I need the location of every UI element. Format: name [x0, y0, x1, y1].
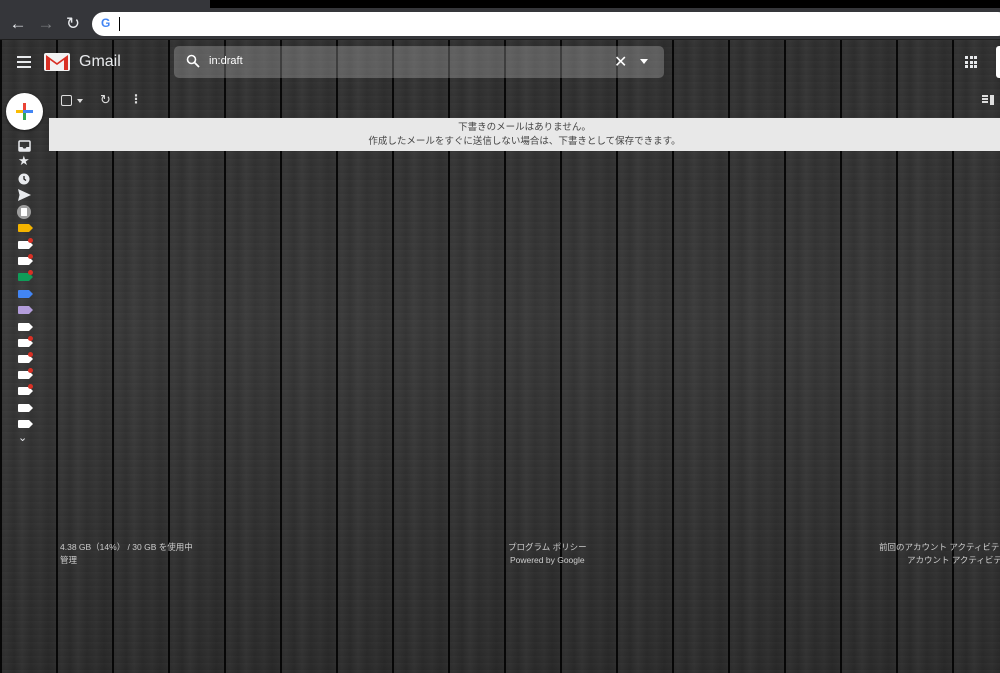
more-chevron-down-icon[interactable]: ⌄	[18, 432, 31, 444]
storage-usage: 4.38 GB（14%） / 30 GB を使用中	[60, 542, 193, 552]
compose-button[interactable]	[6, 93, 43, 130]
label-white-dot-icon[interactable]	[18, 238, 33, 251]
search-icon[interactable]	[186, 54, 200, 68]
main-menu-icon[interactable]	[17, 56, 31, 68]
policy-footer: プログラム ポリシー Powered by Google	[508, 541, 587, 567]
search-bar[interactable]: in:draft ✕	[174, 46, 664, 78]
gmail-m-logo-icon[interactable]	[44, 52, 70, 72]
inbox-icon[interactable]	[18, 140, 31, 152]
label-white-dot-icon[interactable]	[18, 384, 33, 397]
empty-notice-description: 作成したメールをすぐに送信しない場合は、下書きとして保存できます。	[368, 136, 681, 147]
label-white-dot-icon[interactable]	[18, 352, 33, 365]
google-apps-icon[interactable]	[965, 56, 977, 68]
select-all-checkbox[interactable]	[61, 95, 72, 106]
compose-plus-icon	[16, 103, 33, 120]
reload-icon[interactable]: ↻	[63, 14, 83, 34]
account-activity-link[interactable]: アカウント アクティビティ	[879, 554, 1000, 567]
storage-footer: 4.38 GB（14%） / 30 GB を使用中 管理	[60, 541, 193, 567]
browser-tab[interactable]	[0, 0, 210, 8]
empty-drafts-notice: 下書きのメールはありません。 作成したメールをすぐに送信しない場合は、下書きとし…	[49, 118, 1000, 151]
label-white-dot-icon[interactable]	[18, 254, 33, 267]
label-yellow-icon[interactable]	[18, 222, 33, 234]
refresh-icon[interactable]: ↻	[100, 92, 111, 108]
back-arrow-icon[interactable]: ←	[8, 14, 28, 34]
gmail-wordmark[interactable]: Gmail	[79, 53, 121, 71]
empty-notice-title: 下書きのメールはありません。	[458, 122, 591, 133]
browser-toolbar: ← → ↻ G	[0, 8, 1000, 40]
forward-arrow-icon[interactable]: →	[36, 14, 56, 34]
program-policy-link[interactable]: プログラム ポリシー	[508, 541, 587, 554]
manage-storage-link[interactable]: 管理	[60, 554, 193, 567]
search-input[interactable]: in:draft	[209, 55, 243, 67]
search-options-dropdown-icon[interactable]	[640, 59, 648, 64]
split-pane-toggle-icon[interactable]	[982, 95, 994, 105]
sent-icon[interactable]	[18, 189, 31, 201]
address-bar[interactable]: G	[92, 12, 1000, 36]
label-blue-icon[interactable]	[18, 288, 33, 300]
label-white-dot-icon[interactable]	[18, 336, 33, 349]
powered-by-google: Powered by Google	[509, 555, 585, 565]
account-avatar[interactable]	[996, 46, 1000, 78]
label-purple-icon[interactable]	[18, 304, 33, 316]
label-white-dot-icon[interactable]	[18, 368, 33, 381]
last-activity-text: 前回のアカウント アクティビティ	[879, 542, 1000, 552]
clear-search-icon[interactable]: ✕	[614, 52, 627, 72]
activity-footer: 前回のアカウント アクティビティ アカウント アクティビティ	[879, 541, 1000, 567]
label-white-icon[interactable]	[18, 402, 33, 414]
text-caret	[119, 17, 120, 31]
label-white-icon[interactable]	[18, 418, 33, 430]
label-white-icon[interactable]	[18, 321, 33, 333]
drafts-icon[interactable]	[17, 205, 31, 219]
label-green-icon[interactable]	[18, 270, 33, 283]
google-g-icon: G	[101, 16, 111, 30]
select-options-chevron-icon[interactable]	[77, 99, 83, 103]
snoozed-clock-icon[interactable]	[18, 173, 31, 185]
starred-icon[interactable]: ★	[18, 154, 31, 167]
more-options-icon[interactable]: ⋮	[130, 92, 142, 106]
